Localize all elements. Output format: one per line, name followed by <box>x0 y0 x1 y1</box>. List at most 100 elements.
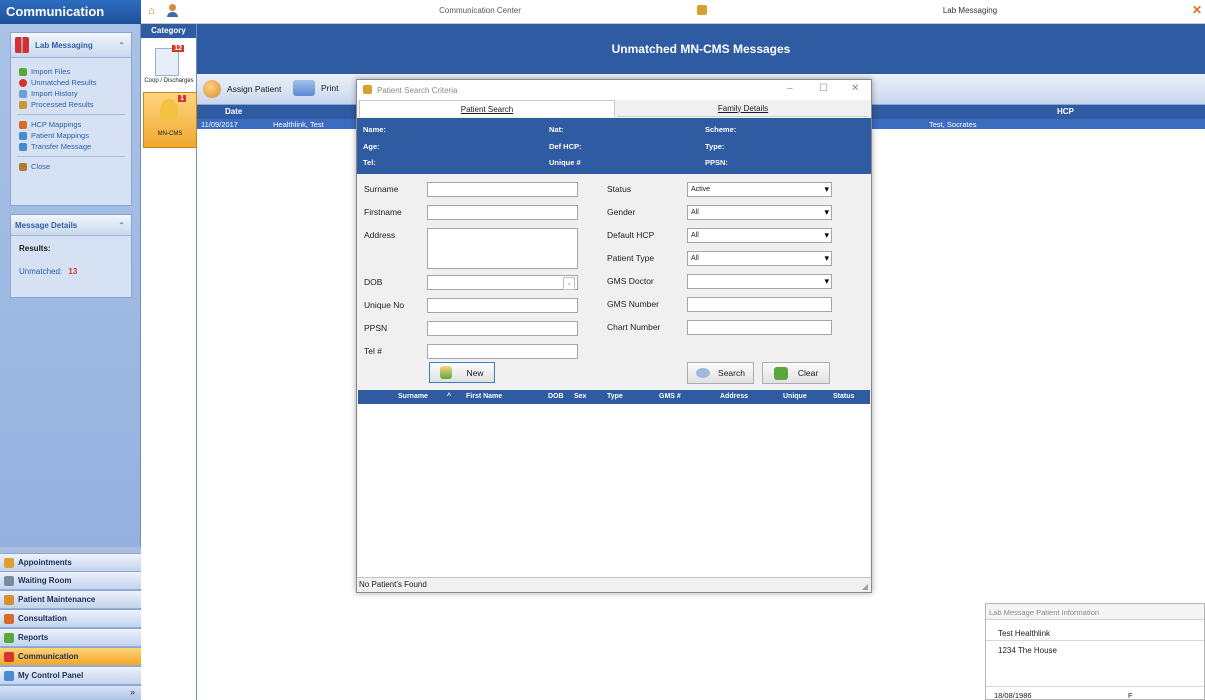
tab-patient-search[interactable]: Patient Search <box>359 100 615 117</box>
message-details-header[interactable]: Message Details ⌃ <box>11 215 131 236</box>
patient-type-select[interactable]: All <box>687 251 832 266</box>
gender-label: Gender <box>607 207 636 217</box>
ppsn-input[interactable] <box>427 321 578 336</box>
dialog-title: Patient Search Criteria <box>377 85 458 95</box>
tel-input[interactable] <box>427 344 578 359</box>
close-tab-icon[interactable]: ✕ <box>1192 3 1202 17</box>
default-hcp-select[interactable]: All <box>687 228 832 243</box>
minimize-icon[interactable]: – <box>787 83 793 94</box>
sidebar-item-label: Processed Results <box>31 100 94 109</box>
column-type[interactable]: Type <box>607 393 623 400</box>
nav-patient-maintenance[interactable]: Patient Maintenance <box>0 590 141 608</box>
column-first-name[interactable]: First Name <box>466 393 502 400</box>
nav-my-control-panel[interactable]: My Control Panel <box>0 666 141 684</box>
divider <box>986 686 1204 687</box>
patient-mappings-icon <box>19 131 27 140</box>
user-icon[interactable] <box>166 4 178 18</box>
user-group-icon <box>160 99 178 121</box>
printer-icon <box>293 80 315 96</box>
print-label: Print <box>321 83 339 93</box>
nav-communication[interactable]: Communication <box>0 647 141 665</box>
sidebar-item-import-history[interactable]: Import History <box>11 88 131 99</box>
nav-label: Appointments <box>18 558 72 567</box>
surname-input[interactable] <box>427 182 578 197</box>
nav-waiting-room[interactable]: Waiting Room <box>0 571 141 589</box>
column-address[interactable]: Address <box>720 393 748 400</box>
unique-no-label: Unique No <box>364 300 405 310</box>
lab-icon <box>697 5 707 15</box>
column-dob[interactable]: DOB <box>548 393 564 400</box>
sidebar-item-transfer-message[interactable]: Transfer Message <box>11 141 131 152</box>
collapse-icon[interactable]: ⌃ <box>118 221 125 230</box>
sidebar-item-label: HCP Mappings <box>31 120 82 129</box>
lab-messaging-panel-header[interactable]: Lab Messaging ⌃ <box>11 33 131 58</box>
info-tel-label: Tel: <box>363 158 376 167</box>
category-item-coop[interactable]: Coop / Discharges <box>141 78 197 84</box>
results-grid-body[interactable] <box>358 404 870 577</box>
row-date: 11/09/2017 <box>201 120 238 129</box>
new-button[interactable]: New <box>429 362 495 383</box>
home-icon[interactable]: ⌂ <box>148 5 160 17</box>
close-icon[interactable]: ✕ <box>851 83 859 94</box>
sidebar-item-processed-results[interactable]: Processed Results <box>11 99 131 110</box>
close-icon <box>19 162 27 171</box>
gms-number-input[interactable] <box>687 297 832 312</box>
assign-patient-button[interactable]: Assign Patient <box>203 80 281 98</box>
address-label: Address <box>364 230 396 240</box>
column-date[interactable]: Date <box>225 107 242 116</box>
new-patient-icon <box>440 366 453 379</box>
info-scheme-label: Scheme: <box>705 125 737 134</box>
chart-number-label: Chart Number <box>607 322 661 332</box>
clear-button[interactable]: Clear <box>762 362 830 384</box>
patient-maintenance-icon <box>4 594 14 605</box>
sidebar-item-unmatched-results[interactable]: Unmatched Results <box>11 77 131 88</box>
unmatched-icon <box>19 78 27 87</box>
sidebar-item-hcp-mappings[interactable]: HCP Mappings <box>11 119 131 130</box>
maximize-icon[interactable]: ☐ <box>819 83 828 94</box>
sidebar-item-label: Patient Mappings <box>31 131 89 140</box>
print-button[interactable]: Print <box>293 80 338 96</box>
search-icon <box>696 368 711 378</box>
sidebar-item-patient-mappings[interactable]: Patient Mappings <box>11 130 131 141</box>
sidebar-item-label: Transfer Message <box>31 142 92 151</box>
gms-doctor-select[interactable] <box>687 274 832 289</box>
lab-links: Import Files Unmatched Results Import Hi… <box>11 58 131 172</box>
nav-consultation[interactable]: Consultation <box>0 609 141 627</box>
column-hcp[interactable]: HCP <box>1057 107 1074 116</box>
sidebar-item-label: Import Files <box>31 67 71 76</box>
info-def-hcp-label: Def HCP: <box>549 142 582 151</box>
column-sex[interactable]: Sex <box>574 393 586 400</box>
results-label: Results: <box>19 244 51 253</box>
waiting-room-icon <box>4 575 14 586</box>
nav-appointments[interactable]: Appointments <box>0 553 141 571</box>
sidebar-item-close[interactable]: Close <box>11 161 131 172</box>
clear-button-label: Clear <box>797 368 819 378</box>
calendar-dropdown-icon[interactable]: ⌄ <box>563 277 575 290</box>
gender-select[interactable]: All <box>687 205 832 220</box>
unique-no-input[interactable] <box>427 298 578 313</box>
status-select[interactable]: Active <box>687 182 832 197</box>
category-item-mn-cms[interactable]: 1 MN-CMS <box>143 92 197 148</box>
dob-input[interactable]: ⌄ <box>427 275 578 290</box>
firstname-label: Firstname <box>364 207 402 217</box>
search-button[interactable]: Search <box>687 362 754 384</box>
lab-messaging-tab[interactable]: Lab Messaging <box>870 6 1070 15</box>
firstname-input[interactable] <box>427 205 578 220</box>
collapse-icon[interactable]: ⌃ <box>118 41 125 50</box>
tel-label: Tel # <box>364 346 382 356</box>
column-surname[interactable]: Surname <box>398 393 428 400</box>
address-input[interactable] <box>427 228 578 269</box>
nav-reports[interactable]: Reports <box>0 628 141 646</box>
chevron-down-icon[interactable]: » <box>130 687 135 697</box>
column-unique[interactable]: Unique <box>783 393 807 400</box>
hcp-icon <box>19 120 27 129</box>
communication-center-tab[interactable]: Communication Center <box>380 6 580 15</box>
tab-family-details[interactable]: Family Details <box>617 100 869 117</box>
patient-info-dob: 18/08/1986 <box>994 691 1032 700</box>
chart-number-input[interactable] <box>687 320 832 335</box>
column-gms[interactable]: GMS # <box>659 393 681 400</box>
resize-grip-icon[interactable]: ◢ <box>862 582 868 591</box>
sidebar-item-label: Import History <box>31 89 78 98</box>
sidebar-item-import-files[interactable]: Import Files <box>11 66 131 77</box>
column-status[interactable]: Status <box>833 393 854 400</box>
